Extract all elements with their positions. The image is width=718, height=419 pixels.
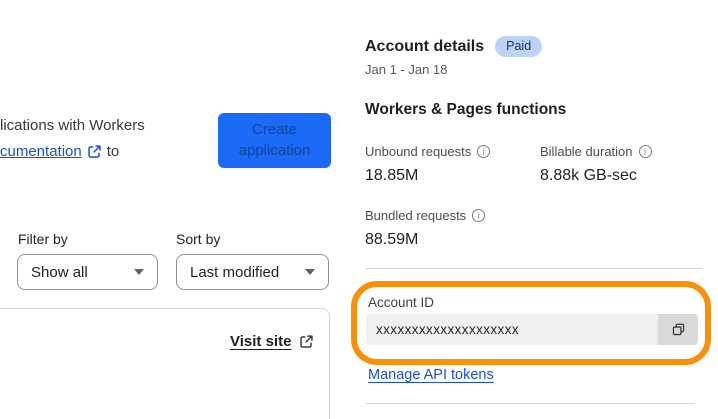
intro-text-line2: cumentation to bbox=[0, 143, 119, 160]
filter-dropdown[interactable]: Show all bbox=[17, 254, 158, 290]
documentation-link[interactable]: cumentation bbox=[0, 143, 82, 160]
divider bbox=[365, 268, 702, 269]
copy-account-id-button[interactable] bbox=[658, 314, 698, 345]
date-range: Jan 1 - Jan 18 bbox=[365, 62, 448, 77]
metric-bundled-requests: Bundled requests i 88.59M bbox=[365, 208, 486, 249]
project-card bbox=[0, 308, 330, 419]
chevron-down-icon bbox=[134, 269, 144, 275]
info-icon[interactable]: i bbox=[472, 209, 486, 222]
metric-value: 88.59M bbox=[365, 231, 419, 248]
account-id-field-group bbox=[366, 314, 698, 345]
visit-site-label: Visit site bbox=[230, 333, 292, 350]
account-details-header: Account details Paid bbox=[365, 36, 543, 57]
metric-unbound-requests: Unbound requests i 18.85M bbox=[365, 144, 491, 185]
metric-billable-duration: Billable duration i 8.88k GB-sec bbox=[540, 144, 652, 185]
info-icon[interactable]: i bbox=[638, 145, 652, 158]
metric-label: Bundled requests bbox=[365, 208, 467, 223]
functions-section-title: Workers & Pages functions bbox=[365, 101, 567, 118]
metric-label: Unbound requests bbox=[365, 144, 472, 159]
copy-icon bbox=[671, 322, 686, 337]
intro-text-line1: lications with Workers bbox=[0, 117, 145, 134]
metric-label: Billable duration bbox=[540, 144, 633, 159]
workers-pages-dashboard: lications with Workers cumentation to Cr… bbox=[0, 0, 718, 419]
account-id-label: Account ID bbox=[368, 295, 435, 310]
create-application-button[interactable]: Create application bbox=[218, 113, 331, 168]
filter-by-label: Filter by bbox=[18, 231, 68, 247]
account-id-input[interactable] bbox=[366, 314, 658, 345]
intro-text-suffix: to bbox=[106, 143, 120, 160]
info-icon[interactable]: i bbox=[477, 145, 491, 158]
plan-badge: Paid bbox=[495, 36, 543, 57]
sort-by-label: Sort by bbox=[176, 231, 221, 247]
external-link-icon bbox=[299, 334, 314, 349]
sort-dropdown[interactable]: Last modified bbox=[176, 254, 329, 290]
chevron-down-icon bbox=[305, 269, 315, 275]
account-details-title: Account details bbox=[365, 37, 485, 55]
manage-api-tokens-link[interactable]: Manage API tokens bbox=[368, 367, 494, 383]
metric-value: 8.88k GB-sec bbox=[540, 167, 637, 184]
divider bbox=[366, 403, 695, 404]
external-link-icon bbox=[87, 144, 102, 159]
filter-dropdown-value: Show all bbox=[31, 263, 88, 281]
sort-dropdown-value: Last modified bbox=[190, 263, 280, 281]
metric-value: 18.85M bbox=[365, 167, 419, 184]
visit-site-link[interactable]: Visit site bbox=[230, 333, 314, 350]
